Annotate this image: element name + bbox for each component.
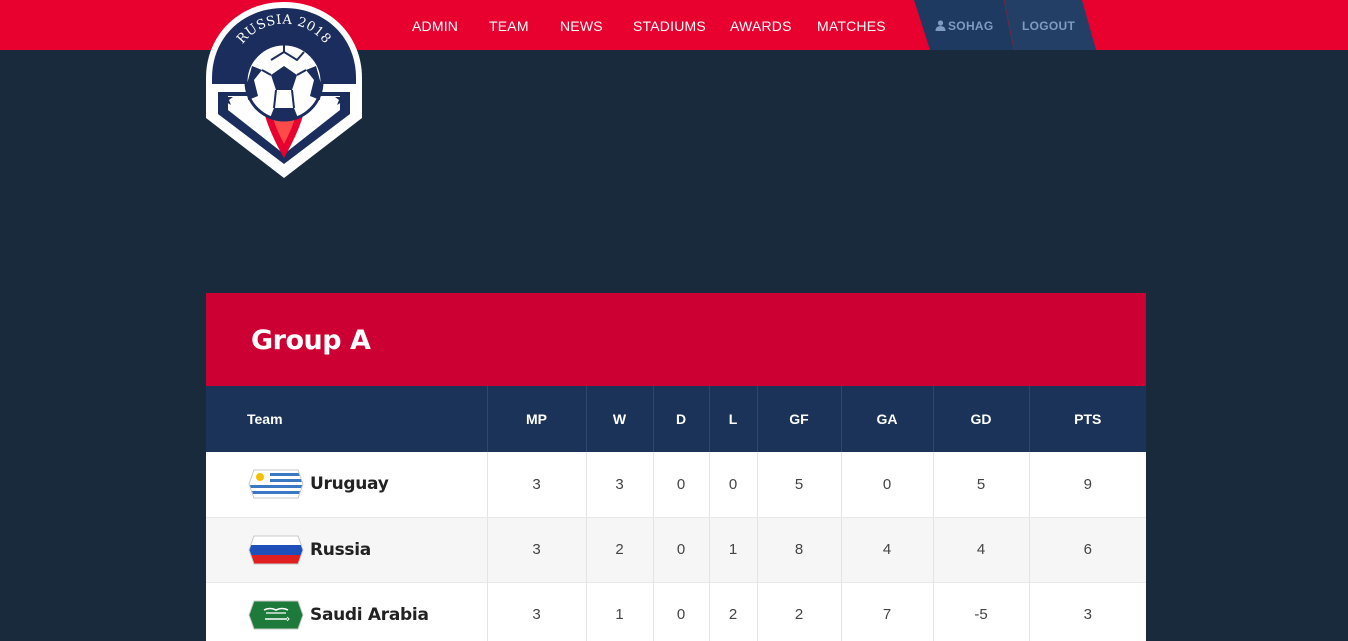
group-standings-card: Group A Team MP W D L GF GA GD PTS Urugu… [206, 293, 1146, 641]
nav-news[interactable]: NEWS [560, 18, 603, 34]
stat-gf: 8 [757, 517, 842, 583]
group-title: Group A [251, 325, 371, 356]
team-name[interactable]: Russia [310, 540, 371, 560]
stat-l: 2 [709, 582, 758, 641]
stat-w: 1 [586, 582, 654, 641]
stat-mp: 3 [487, 582, 587, 641]
user-profile-link[interactable]: SOHAG [935, 19, 994, 33]
column-header-gd[interactable]: GD [933, 386, 1030, 452]
stat-pts: 3 [1029, 582, 1146, 641]
nav-stadiums[interactable]: STADIUMS [633, 18, 706, 34]
stat-gd: 4 [933, 517, 1030, 583]
standings-table: Team MP W D L GF GA GD PTS Uruguay 3 3 0… [206, 386, 1146, 641]
team-cell: Saudi Arabia [206, 582, 488, 641]
nav-matches[interactable]: MATCHES [817, 18, 886, 34]
stat-l: 0 [709, 452, 758, 518]
stat-gd: 5 [933, 452, 1030, 518]
table-row[interactable]: Russia 3 2 0 1 8 4 4 6 [206, 517, 1146, 583]
saudi-arabia-flag-icon [248, 600, 304, 629]
column-header-gf[interactable]: GF [757, 386, 842, 452]
stat-l: 1 [709, 517, 758, 583]
stat-pts: 6 [1029, 517, 1146, 583]
column-header-team[interactable]: Team [206, 386, 488, 452]
table-header-row: Team MP W D L GF GA GD PTS [206, 386, 1146, 452]
column-header-w[interactable]: W [586, 386, 654, 452]
stat-gf: 2 [757, 582, 842, 641]
nav-admin[interactable]: ADMIN [412, 18, 458, 34]
stat-w: 2 [586, 517, 654, 583]
group-header: Group A [206, 293, 1146, 386]
user-icon [935, 20, 946, 31]
team-cell: Uruguay [206, 452, 488, 518]
stat-d: 0 [653, 582, 710, 641]
stat-pts: 9 [1029, 452, 1146, 518]
team-name[interactable]: Saudi Arabia [310, 605, 429, 625]
nav-team[interactable]: TEAM [489, 18, 529, 34]
table-row[interactable]: Saudi Arabia 3 1 0 2 2 7 -5 3 [206, 582, 1146, 641]
stat-d: 0 [653, 517, 710, 583]
nav-awards[interactable]: AWARDS [730, 18, 792, 34]
column-header-mp[interactable]: MP [487, 386, 587, 452]
team-cell: Russia [206, 517, 488, 583]
stat-gf: 5 [757, 452, 842, 518]
uruguay-flag-icon [248, 469, 304, 499]
column-header-d[interactable]: D [653, 386, 710, 452]
stat-w: 3 [586, 452, 654, 518]
stat-ga: 7 [841, 582, 934, 641]
user-name: SOHAG [948, 19, 994, 33]
stat-gd: -5 [933, 582, 1030, 641]
stat-mp: 3 [487, 517, 587, 583]
stat-mp: 3 [487, 452, 587, 518]
column-header-pts[interactable]: PTS [1029, 386, 1146, 452]
stat-ga: 4 [841, 517, 934, 583]
russia-2018-logo[interactable]: RUSSIA 2018 [204, 0, 364, 180]
column-header-ga[interactable]: GA [841, 386, 934, 452]
column-header-l[interactable]: L [709, 386, 758, 452]
russia-flag-icon [248, 535, 304, 564]
logout-link[interactable]: LOGOUT [1022, 19, 1075, 33]
user-menu: SOHAG LOGOUT [912, 0, 1096, 50]
stat-ga: 0 [841, 452, 934, 518]
table-row[interactable]: Uruguay 3 3 0 0 5 0 5 9 [206, 452, 1146, 518]
stat-d: 0 [653, 452, 710, 518]
team-name[interactable]: Uruguay [310, 474, 389, 494]
